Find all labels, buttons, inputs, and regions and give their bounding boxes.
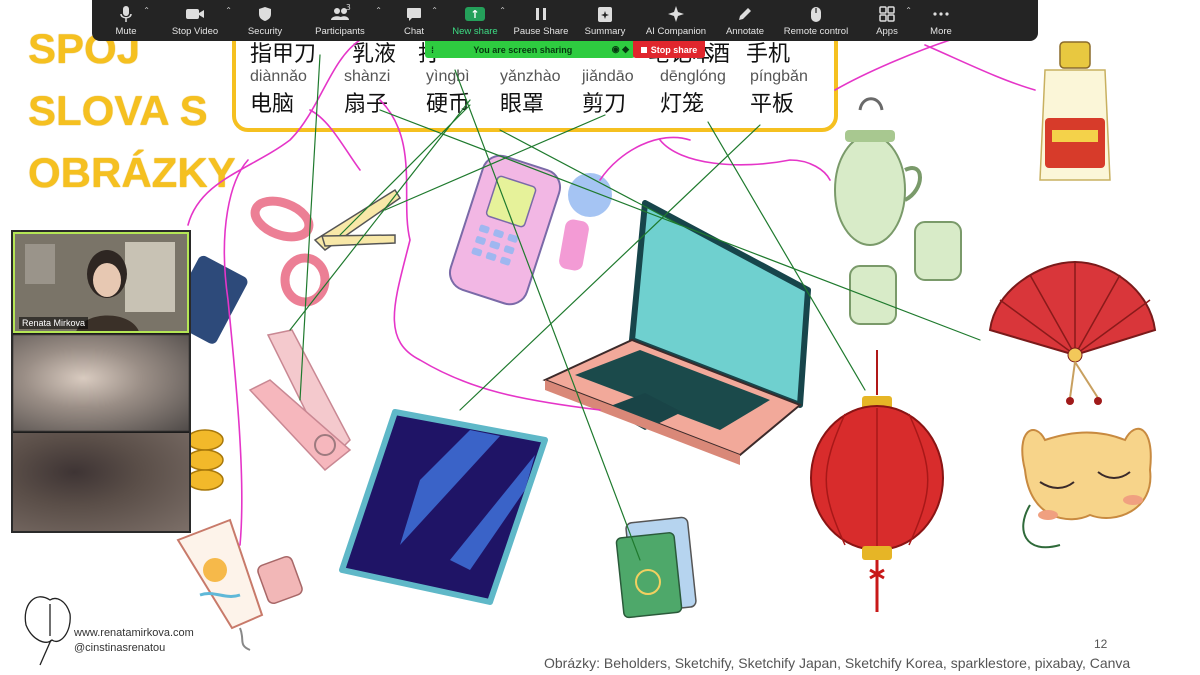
chevron-down-icon[interactable]: ⌃ <box>499 6 506 15</box>
participants-label: Participants <box>315 26 365 37</box>
stop-share-label: Stop share <box>650 44 698 55</box>
pause-share-label: Pause Share <box>513 26 569 37</box>
mobile-phone-image <box>449 154 612 306</box>
teapot-image <box>834 97 962 325</box>
participant-video-tile[interactable] <box>13 335 189 431</box>
summary-icon <box>597 4 613 24</box>
new-share-button[interactable]: ⌃ ↑ New share <box>442 0 508 41</box>
remote-control-button[interactable]: Remote control <box>774 0 858 41</box>
summary-button[interactable]: Summary <box>574 0 636 41</box>
drag-handle-icon[interactable]: ⁞ <box>431 45 434 55</box>
mute-label: Mute <box>115 26 137 37</box>
stop-video-label: Stop Video <box>171 26 219 37</box>
lotion-tube-image <box>176 518 303 651</box>
chevron-down-icon[interactable]: ⌃ <box>905 6 912 15</box>
apps-label: Apps <box>876 26 898 37</box>
sharing-status-text: You are screen sharing <box>473 44 573 55</box>
ai-companion-label: AI Companion <box>645 26 707 37</box>
chevron-down-icon[interactable]: ⌃ <box>225 6 232 15</box>
participant-video-tile[interactable] <box>13 433 189 531</box>
video-icon <box>185 4 205 24</box>
nail-clipper-image <box>248 329 352 472</box>
apps-icon <box>879 4 895 24</box>
annotate-button[interactable]: Annotate <box>716 0 774 41</box>
stop-video-button[interactable]: ⌃ Stop Video <box>154 0 236 41</box>
remote-control-label: Remote control <box>783 26 849 37</box>
lantern-image <box>810 350 944 612</box>
mute-button[interactable]: ⌃ Mute <box>98 0 154 41</box>
annotate-label: Annotate <box>725 26 765 37</box>
mic-icon <box>120 4 132 24</box>
chevron-down-icon[interactable]: ⌃ <box>375 6 382 15</box>
ai-companion-button[interactable]: AI Companion <box>636 0 716 41</box>
participants-video-panel[interactable]: Renata Mirkova <box>11 230 191 533</box>
more-dots-icon <box>933 4 949 24</box>
hand-fan-image <box>988 260 1157 405</box>
chevron-down-icon[interactable]: ⌃ <box>431 6 438 15</box>
participants-button[interactable]: 3 ⌃ Participants <box>294 0 386 41</box>
stop-square-icon <box>640 46 647 53</box>
security-button[interactable]: Security <box>236 0 294 41</box>
coins-image <box>186 429 224 491</box>
zoom-toolbar: ⌃ Mute ⌃ Stop Video Security 3 ⌃ Partici… <box>92 0 1038 41</box>
mouse-icon <box>810 4 822 24</box>
new-share-label: New share <box>452 26 498 37</box>
participant-count: 3 <box>346 3 351 12</box>
pause-share-button[interactable]: Pause Share <box>508 0 574 41</box>
pen-icon <box>737 4 753 24</box>
chevron-down-icon[interactable]: ⌃ <box>143 6 150 15</box>
tablet-image <box>339 409 548 605</box>
sharing-indicator-icons: ◉ ◆ <box>611 44 629 54</box>
more-button[interactable]: More <box>916 0 966 41</box>
chat-button[interactable]: ⌃ Chat <box>386 0 442 41</box>
chat-icon <box>406 4 422 24</box>
pause-icon <box>535 4 547 24</box>
ginkgo-logo-icon <box>24 596 71 666</box>
passport-image <box>615 516 697 619</box>
chat-label: Chat <box>403 26 425 37</box>
ai-sparkle-icon <box>667 4 685 24</box>
new-share-icon: ↑ <box>465 4 485 24</box>
apps-button[interactable]: ⌃ Apps <box>858 0 916 41</box>
scissors-image <box>250 188 402 307</box>
participant-video-tile[interactable]: Renata Mirkova <box>13 232 189 333</box>
summary-label: Summary <box>584 26 626 37</box>
screen-sharing-banner[interactable]: ⁞ You are screen sharing ◉ ◆ <box>425 41 635 58</box>
participant-name: Renata Mirkova <box>19 317 89 329</box>
liquor-bottle-image <box>1039 41 1111 181</box>
eye-mask-image <box>1021 427 1152 549</box>
security-label: Security <box>247 26 283 37</box>
shield-icon <box>258 4 272 24</box>
stop-share-button[interactable]: Stop share <box>633 41 705 58</box>
more-label: More <box>930 26 952 37</box>
